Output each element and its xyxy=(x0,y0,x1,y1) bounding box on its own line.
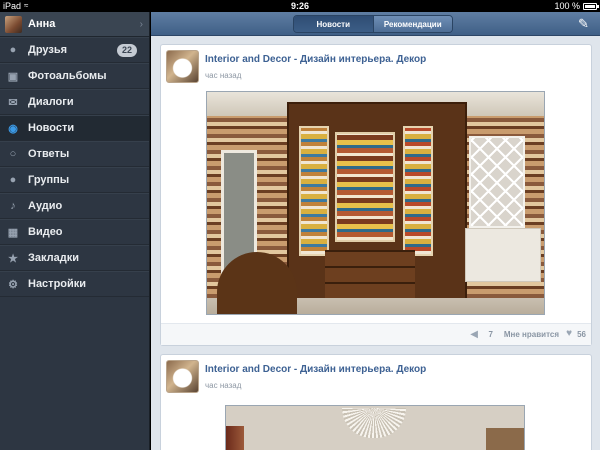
sidebar-item-label: Настройки xyxy=(28,278,87,290)
sidebar: Анна › ● Друзья 22 ▣ Фотоальбомы ✉ Диало… xyxy=(0,12,150,450)
sidebar-item-photos[interactable]: ▣ Фотоальбомы xyxy=(0,63,149,89)
post-author-link[interactable]: Interior and Decor - Дизайн интерьера. Д… xyxy=(205,364,426,375)
profile-name: Анна xyxy=(28,18,56,30)
star-icon: ★ xyxy=(8,252,18,265)
gear-icon: ⚙ xyxy=(8,278,18,291)
group-avatar[interactable] xyxy=(166,50,199,83)
group-avatar[interactable] xyxy=(166,360,199,393)
sidebar-item-audio[interactable]: ♪ Аудио xyxy=(0,193,149,219)
tab-news[interactable]: Новости xyxy=(294,16,373,32)
chevron-right-icon: › xyxy=(139,18,143,30)
sidebar-item-label: Группы xyxy=(28,174,70,186)
sidebar-item-label: Фотоальбомы xyxy=(28,70,107,82)
sidebar-item-label: Ответы xyxy=(28,148,70,160)
sidebar-item-settings[interactable]: ⚙ Настройки xyxy=(0,271,149,297)
battery-percent: 100 % xyxy=(554,1,580,11)
feed-post: Interior and Decor - Дизайн интерьера. Д… xyxy=(160,44,592,346)
post-timestamp: час назад xyxy=(205,381,242,390)
group-icon: ● xyxy=(9,174,17,186)
friends-count-badge: 22 xyxy=(116,44,137,57)
friends-icon: ● xyxy=(9,44,17,56)
camera-icon: ▣ xyxy=(7,70,19,83)
sidebar-item-video[interactable]: ▦ Видео xyxy=(0,219,149,245)
sidebar-item-label: Видео xyxy=(28,226,63,238)
sidebar-item-answers[interactable]: ○ Ответы xyxy=(0,141,149,167)
status-bar: iPad ≈ 9:26 100 % xyxy=(0,0,600,12)
envelope-icon: ✉ xyxy=(8,96,18,109)
sidebar-item-friends[interactable]: ● Друзья 22 xyxy=(0,37,149,63)
avatar xyxy=(5,15,22,33)
post-author-link[interactable]: Interior and Decor - Дизайн интерьера. Д… xyxy=(205,54,426,65)
feed-post: Interior and Decor - Дизайн интерьера. Д… xyxy=(160,354,592,450)
compose-icon[interactable]: ✎ xyxy=(578,17,592,31)
heart-icon[interactable]: ♥ xyxy=(566,328,572,339)
post-photo[interactable] xyxy=(225,405,525,450)
sidebar-nav: ● Друзья 22 ▣ Фотоальбомы ✉ Диалоги ◉ Но… xyxy=(0,37,149,297)
post-actions-bar: ◀ 7 Мне нравится ♥ 56 xyxy=(161,323,591,345)
like-count: 56 xyxy=(577,330,586,339)
battery-icon xyxy=(583,3,599,10)
like-button[interactable]: Мне нравится xyxy=(504,330,559,339)
sidebar-item-label: Закладки xyxy=(28,252,80,264)
repost-count: 7 xyxy=(488,330,493,339)
sidebar-item-news[interactable]: ◉ Новости xyxy=(0,115,149,141)
post-timestamp: час назад xyxy=(205,71,242,80)
post-photo[interactable] xyxy=(206,91,545,315)
megaphone-icon[interactable]: ◀ xyxy=(470,329,478,340)
profile-row[interactable]: Анна › xyxy=(0,12,149,37)
sidebar-item-label: Новости xyxy=(28,122,75,134)
news-feed[interactable]: Interior and Decor - Дизайн интерьера. Д… xyxy=(151,36,600,450)
sidebar-item-label: Друзья xyxy=(28,44,68,56)
post-header: Interior and Decor - Дизайн интерьера. Д… xyxy=(166,50,586,84)
sidebar-item-messages[interactable]: ✉ Диалоги xyxy=(0,89,149,115)
sidebar-item-bookmarks[interactable]: ★ Закладки xyxy=(0,245,149,271)
clock: 9:26 xyxy=(290,1,309,11)
sidebar-item-label: Диалоги xyxy=(28,96,74,108)
music-note-icon: ♪ xyxy=(10,200,16,212)
feed-segmented-control: Новости Рекомендации xyxy=(293,15,453,33)
sidebar-item-groups[interactable]: ● Группы xyxy=(0,167,149,193)
film-icon: ▦ xyxy=(7,226,19,239)
tab-recommendations[interactable]: Рекомендации xyxy=(372,16,452,32)
speech-bubble-icon: ◉ xyxy=(8,122,18,135)
chat-bubbles-icon: ○ xyxy=(9,148,17,160)
post-header: Interior and Decor - Дизайн интерьера. Д… xyxy=(166,360,586,394)
top-navigation-bar: Новости Рекомендации ✎ xyxy=(151,12,600,36)
main-panel: Новости Рекомендации ✎ Interior and Deco… xyxy=(151,12,600,450)
sidebar-item-label: Аудио xyxy=(28,200,63,212)
